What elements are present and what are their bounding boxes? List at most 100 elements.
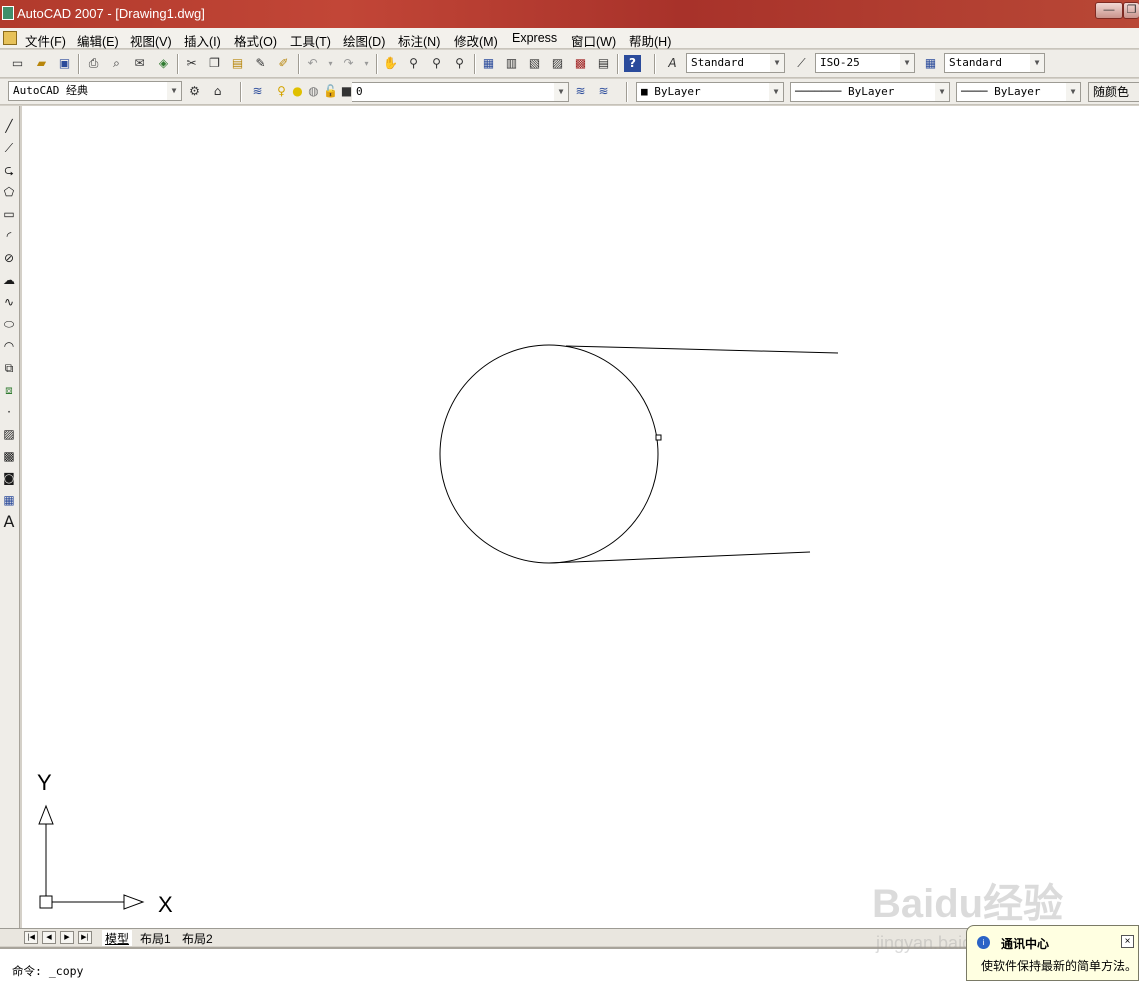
layer-on-icon[interactable]: ♀ [273,83,290,100]
dimension-style-icon[interactable]: ⟋ [793,55,810,72]
polyline-icon[interactable]: ⮎ [0,161,18,179]
undo-icon[interactable]: ↶ [304,55,321,72]
document-icon[interactable] [3,31,17,45]
pan-icon[interactable]: ✋ [382,55,399,72]
table-style-select[interactable]: Standard ▼ [944,53,1045,73]
layer-lock-icon[interactable]: 🔓 [322,83,339,100]
previous-tab-icon[interactable]: ◀ [42,931,56,944]
workspace-select[interactable]: AutoCAD 经典 ▼ [8,81,182,101]
layer-viewport-icon[interactable]: ◍ [305,83,322,100]
drawn-tangent-line-top[interactable] [565,345,839,354]
revision-cloud-icon[interactable]: ☁ [0,271,18,289]
chevron-down-icon[interactable]: ▼ [1030,54,1044,72]
menu-view[interactable]: 视图(V) [130,31,172,50]
tab-model[interactable]: 模型 [102,930,133,946]
menu-window[interactable]: 窗口(W) [571,31,616,50]
save-icon[interactable]: ▣ [56,55,73,72]
chevron-down-icon[interactable]: ▼ [769,83,783,101]
color-select[interactable]: ■ ByLayer ▼ [636,82,784,102]
insert-block-icon[interactable]: ⧉ [0,359,18,377]
layer-thaw-icon[interactable]: ● [289,83,306,100]
dimension-style-select[interactable]: ISO-25 ▼ [815,53,915,73]
menu-dimension[interactable]: 标注(N) [398,31,440,50]
paste-icon[interactable]: ▤ [229,55,246,72]
menu-tools[interactable]: 工具(T) [290,31,331,50]
menu-file[interactable]: 文件(F) [25,31,66,50]
plot-icon[interactable]: ⎙ [85,55,102,72]
minimize-button[interactable]: — [1095,2,1123,19]
drawn-circle[interactable] [439,344,659,564]
tab-layout1[interactable]: 布局1 [137,930,174,946]
make-block-icon[interactable]: ⧈ [0,381,18,399]
open-icon[interactable]: ▰ [33,55,50,72]
ellipse-icon[interactable]: ⬭ [0,315,18,333]
design-center-icon[interactable]: ▥ [503,55,520,72]
chevron-down-icon[interactable]: ▼ [1066,83,1080,101]
copy-icon[interactable]: ❐ [206,55,223,72]
undo-dropdown-icon[interactable]: ▾ [322,55,339,72]
block-editor-icon[interactable]: ✐ [275,55,292,72]
workspace-settings-icon[interactable]: ⚙ [186,83,203,100]
zoom-window-icon[interactable]: ⚲ [428,55,445,72]
calculator-icon[interactable]: ▤ [595,55,612,72]
table-style-icon[interactable]: ▦ [922,55,939,72]
point-icon[interactable]: · [0,403,18,421]
first-tab-icon[interactable]: |◀ [24,931,38,944]
popup-body[interactable]: 使软件保持最新的简单方法。 [981,957,1137,974]
menu-insert[interactable]: 插入(I) [184,31,221,50]
layer-manager-icon[interactable]: ≋ [249,83,266,100]
gradient-icon[interactable]: ▩ [0,447,18,465]
drawing-svg[interactable]: Y X [22,106,1139,928]
circle-icon[interactable]: ⊘ [0,249,18,267]
last-tab-icon[interactable]: ▶| [78,931,92,944]
next-tab-icon[interactable]: ▶ [60,931,74,944]
zoom-previous-icon[interactable]: ⚲ [451,55,468,72]
plot-style-select[interactable]: 随颜色 [1088,82,1139,102]
popup-close-button[interactable]: × [1121,935,1134,948]
tab-layout2[interactable]: 布局2 [179,930,216,946]
menu-help[interactable]: 帮助(H) [629,31,671,50]
polygon-icon[interactable]: ⬠ [0,183,18,201]
3d-dwf-icon[interactable]: ◈ [155,55,172,72]
publish-icon[interactable]: ✉ [131,55,148,72]
communication-center-popup[interactable]: i 通讯中心 × 使软件保持最新的简单方法。 [966,925,1139,981]
chevron-down-icon[interactable]: ▼ [167,82,181,100]
chevron-down-icon[interactable]: ▼ [935,83,949,101]
menu-draw[interactable]: 绘图(D) [343,31,385,50]
construction-line-icon[interactable]: ⟋ [0,139,18,157]
rectangle-icon[interactable]: ▭ [0,205,18,223]
chevron-down-icon[interactable]: ▼ [900,54,914,72]
grip-square[interactable] [655,434,662,441]
zoom-realtime-icon[interactable]: ⚲ [405,55,422,72]
tool-palettes-icon[interactable]: ▧ [526,55,543,72]
markup-icon[interactable]: ▩ [572,55,589,72]
arc-icon[interactable]: ◜ [0,227,18,245]
menu-format[interactable]: 格式(O) [234,31,277,50]
spline-icon[interactable]: ∿ [0,293,18,311]
redo-dropdown-icon[interactable]: ▾ [358,55,375,72]
chevron-down-icon[interactable]: ▼ [770,54,784,72]
new-icon[interactable]: ▭ [9,55,26,72]
cut-icon[interactable]: ✂ [183,55,200,72]
drawn-tangent-line-bottom[interactable] [548,551,811,564]
ellipse-arc-icon[interactable]: ◠ [0,337,18,355]
table-icon[interactable]: ▦ [0,491,18,509]
workspace-save-icon[interactable]: ⌂ [209,83,226,100]
linetype-select[interactable]: ─────── ByLayer ▼ [790,82,950,102]
line-icon[interactable]: ╱ [0,117,18,135]
lineweight-select[interactable]: ──── ByLayer ▼ [956,82,1081,102]
layer-previous-icon[interactable]: ≋ [595,83,612,100]
menu-modify[interactable]: 修改(M) [454,31,498,50]
menu-express[interactable]: Express [512,31,557,45]
plot-preview-icon[interactable]: ⌕ [108,55,125,72]
sheet-set-icon[interactable]: ▨ [549,55,566,72]
text-style-select[interactable]: Standard ▼ [686,53,785,73]
help-icon[interactable]: ? [624,55,641,72]
chevron-down-icon[interactable]: ▼ [554,83,568,101]
layer-select[interactable]: 0 ▼ [352,82,569,102]
region-icon[interactable]: ◙ [0,469,18,487]
make-object-layer-current-icon[interactable]: ≋ [572,83,589,100]
match-properties-icon[interactable]: ✎ [252,55,269,72]
hatch-icon[interactable]: ▨ [0,425,18,443]
multiline-text-icon[interactable]: A [0,513,18,531]
